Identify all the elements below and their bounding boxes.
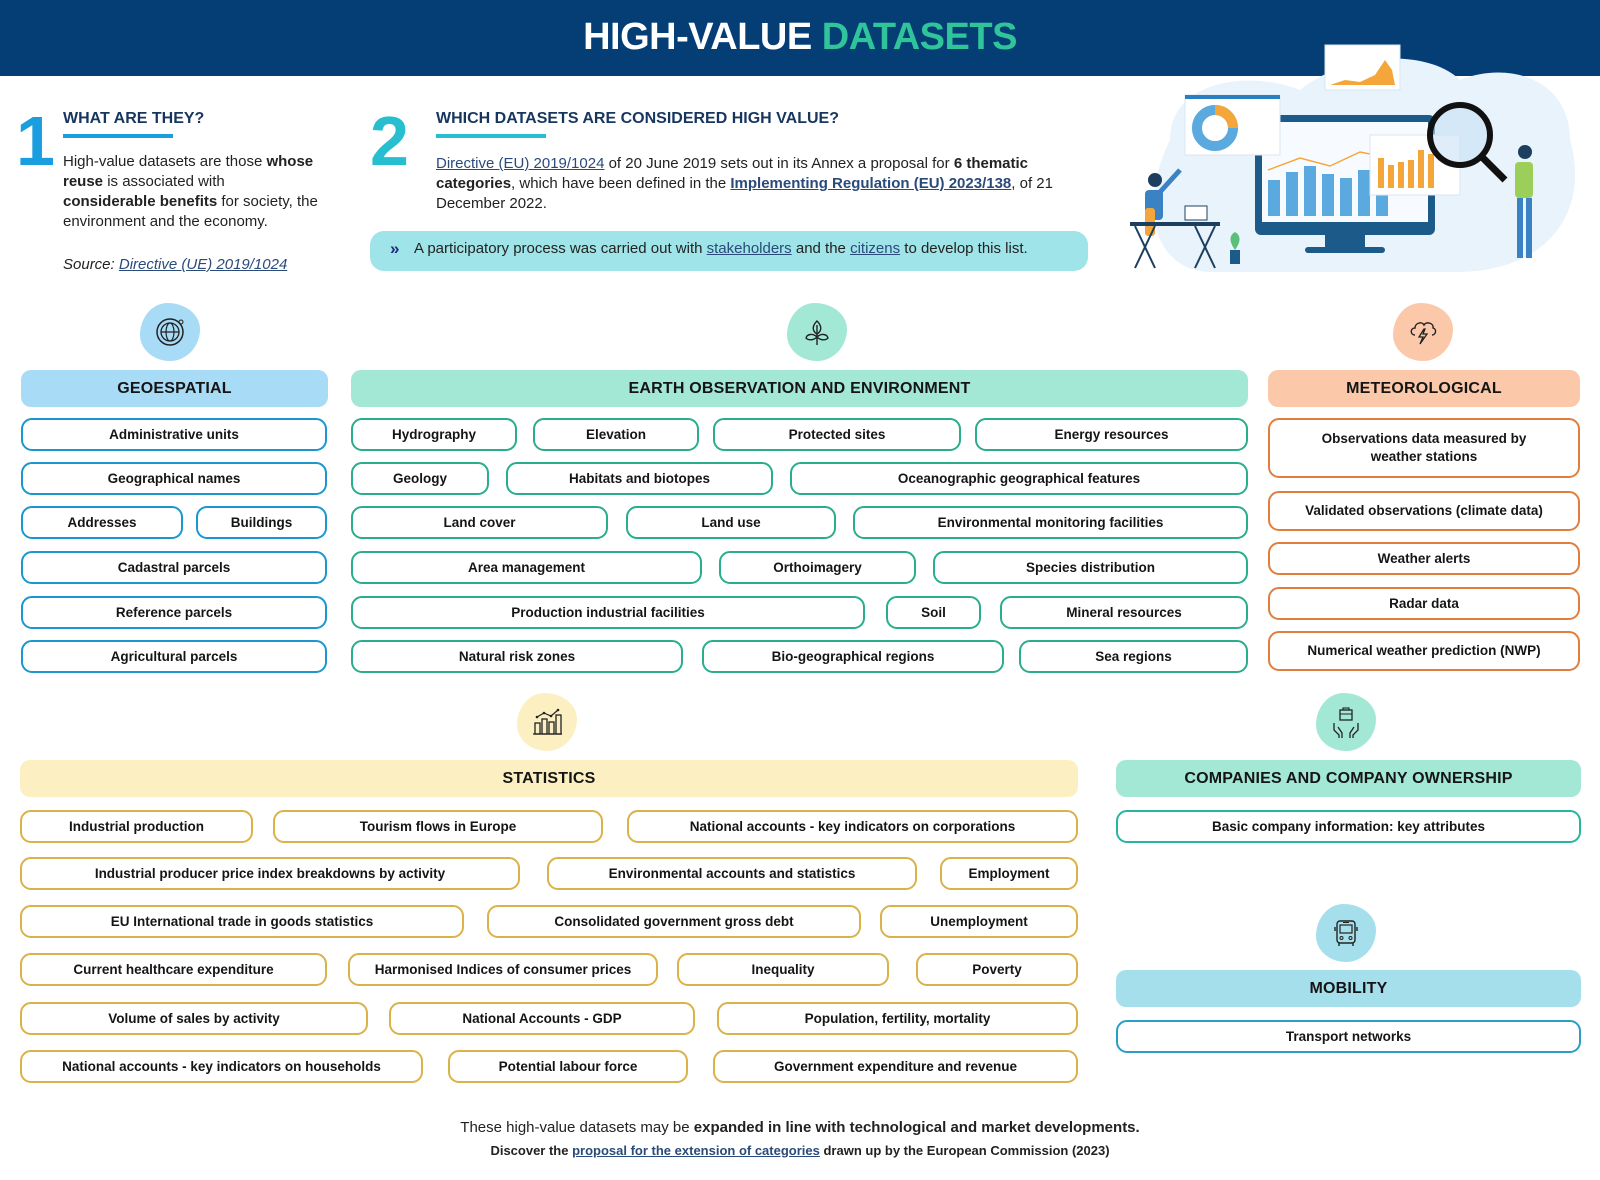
dataset-pill[interactable]: Industrial producer price index breakdow…	[20, 857, 520, 890]
dataset-pill[interactable]: Tourism flows in Europe	[273, 810, 603, 843]
dataset-pill[interactable]: Current healthcare expenditure	[20, 953, 327, 986]
dataset-pill[interactable]: Species distribution	[933, 551, 1248, 584]
source-label: Source:	[63, 256, 119, 273]
section1-source: Source: Directive (UE) 2019/1024	[63, 256, 287, 273]
directive-link[interactable]: Directive (EU) 2019/1024	[436, 155, 604, 172]
source-link[interactable]: Directive (UE) 2019/1024	[119, 256, 287, 273]
briefcase-hands-icon	[1316, 693, 1376, 751]
category-title-earth-observation: EARTH OBSERVATION AND ENVIRONMENT	[351, 370, 1248, 407]
dataset-pill[interactable]: Population, fertility, mortality	[717, 1002, 1078, 1035]
footer-bold: expanded in line with technological and …	[693, 1119, 1140, 1136]
dataset-pill[interactable]: Cadastral parcels	[21, 551, 327, 584]
category-title-mobility: MOBILITY	[1116, 970, 1581, 1007]
category-title-meteorological: METEOROLOGICAL	[1268, 370, 1580, 407]
dataset-pill[interactable]: Addresses	[21, 506, 183, 539]
dataset-pill[interactable]: Energy resources	[975, 418, 1248, 451]
dataset-pill[interactable]: Environmental accounts and statistics	[547, 857, 917, 890]
category-title-companies: COMPANIES AND COMPANY OWNERSHIP	[1116, 760, 1581, 797]
dataset-pill[interactable]: Numerical weather prediction (NWP)	[1268, 631, 1580, 671]
section1-number: 1	[16, 102, 55, 180]
body-text: , which have been defined in the	[511, 175, 731, 192]
section2-number: 2	[370, 102, 409, 180]
regulation-link[interactable]: Implementing Regulation (EU) 2023/138	[730, 175, 1011, 192]
dataset-pill[interactable]: Industrial production	[20, 810, 253, 843]
dataset-pill[interactable]: Transport networks	[1116, 1020, 1581, 1053]
participatory-callout: » A participatory process was carried ou…	[370, 231, 1088, 271]
dataset-pill[interactable]: Potential labour force	[448, 1050, 688, 1083]
dataset-pill[interactable]: Harmonised Indices of consumer prices	[348, 953, 658, 986]
dataset-pill[interactable]: Environmental monitoring facilities	[853, 506, 1248, 539]
extension-proposal-link[interactable]: proposal for the extension of categories	[572, 1143, 820, 1158]
dataset-pill[interactable]: Hydrography	[351, 418, 517, 451]
callout-text: A participatory process was carried out …	[414, 240, 707, 257]
citizens-link[interactable]: citizens	[850, 240, 900, 257]
body-text: High-value datasets are those	[63, 153, 267, 170]
dataset-pill[interactable]: Administrative units	[21, 418, 327, 451]
dataset-pill[interactable]: Mineral resources	[1000, 596, 1248, 629]
dataset-pill[interactable]: Unemployment	[880, 905, 1078, 938]
dataset-pill[interactable]: Employment	[940, 857, 1078, 890]
dataset-pill[interactable]: Agricultural parcels	[21, 640, 327, 673]
body-text: is associated with	[103, 173, 225, 190]
globe-icon	[140, 303, 200, 361]
dataset-pill[interactable]: Government expenditure and revenue	[713, 1050, 1078, 1083]
section1-heading: WHAT ARE THEY?	[63, 110, 204, 138]
storm-cloud-icon	[1393, 303, 1453, 361]
dataset-pill[interactable]: Observations data measured by weather st…	[1268, 418, 1580, 478]
dataset-pill[interactable]: Habitats and biotopes	[506, 462, 773, 495]
section2-heading: WHICH DATASETS ARE CONSIDERED HIGH VALUE…	[436, 110, 839, 138]
footer-line2: Discover the proposal for the extension …	[0, 1143, 1600, 1158]
dataset-pill[interactable]: Land cover	[351, 506, 608, 539]
dataset-pill[interactable]: Inequality	[677, 953, 889, 986]
dataset-pill[interactable]: Geology	[351, 462, 489, 495]
section2-body: Directive (EU) 2019/1024 of 20 June 2019…	[436, 154, 1096, 214]
data-analysis-illustration	[1130, 44, 1576, 272]
dataset-pill[interactable]: Basic company information: key attribute…	[1116, 810, 1581, 843]
dataset-pill[interactable]: Consolidated government gross debt	[487, 905, 861, 938]
dataset-pill[interactable]: Radar data	[1268, 587, 1580, 620]
section1-body: High-value datasets are those whose reus…	[63, 152, 333, 232]
dataset-pill[interactable]: National accounts - key indicators on ho…	[20, 1050, 423, 1083]
dataset-pill[interactable]: Bio-geographical regions	[702, 640, 1004, 673]
body-text: of 20 June 2019 sets out in its Annex a …	[604, 155, 954, 172]
dataset-pill[interactable]: National accounts - key indicators on co…	[627, 810, 1078, 843]
title-part2: DATASETS	[821, 16, 1018, 58]
dataset-pill[interactable]: EU International trade in goods statisti…	[20, 905, 464, 938]
category-title-geospatial: GEOESPATIAL	[21, 370, 328, 407]
dataset-pill[interactable]: Weather alerts	[1268, 542, 1580, 575]
callout-text: to develop this list.	[900, 240, 1028, 257]
dataset-pill[interactable]: Land use	[626, 506, 836, 539]
category-title-statistics: STATISTICS	[20, 760, 1078, 797]
dataset-pill[interactable]: Production industrial facilities	[351, 596, 865, 629]
double-chevron-right-icon: »	[390, 239, 400, 258]
dataset-pill[interactable]: Oceanographic geographical features	[790, 462, 1248, 495]
dataset-pill[interactable]: Validated observations (climate data)	[1268, 491, 1580, 531]
dataset-pill[interactable]: Geographical names	[21, 462, 327, 495]
footer-text: Discover the	[490, 1143, 573, 1158]
dataset-pill[interactable]: National Accounts - GDP	[389, 1002, 695, 1035]
dataset-pill[interactable]: Elevation	[533, 418, 699, 451]
footer-text: drawn up by the European Commission (202…	[819, 1143, 1110, 1158]
dataset-pill[interactable]: Area management	[351, 551, 702, 584]
bar-chart-icon	[517, 693, 577, 751]
dataset-pill[interactable]: Buildings	[196, 506, 327, 539]
dataset-pill[interactable]: Orthoimagery	[719, 551, 916, 584]
callout-text: and the	[791, 240, 851, 257]
dataset-pill[interactable]: Natural risk zones	[351, 640, 683, 673]
footer-line1: These high-value datasets may be expande…	[0, 1119, 1600, 1136]
footer-text: These high-value datasets may be	[460, 1119, 694, 1136]
bus-icon	[1316, 904, 1376, 962]
title-part1: HIGH-VALUE	[583, 16, 812, 58]
dataset-pill[interactable]: Sea regions	[1019, 640, 1248, 673]
body-bold: considerable benefits	[63, 193, 218, 210]
dataset-pill[interactable]: Poverty	[916, 953, 1078, 986]
dataset-pill[interactable]: Reference parcels	[21, 596, 327, 629]
dataset-pill[interactable]: Protected sites	[713, 418, 961, 451]
plant-icon	[787, 303, 847, 361]
dataset-pill[interactable]: Volume of sales by activity	[20, 1002, 368, 1035]
dataset-pill[interactable]: Soil	[886, 596, 981, 629]
stakeholders-link[interactable]: stakeholders	[707, 240, 792, 257]
